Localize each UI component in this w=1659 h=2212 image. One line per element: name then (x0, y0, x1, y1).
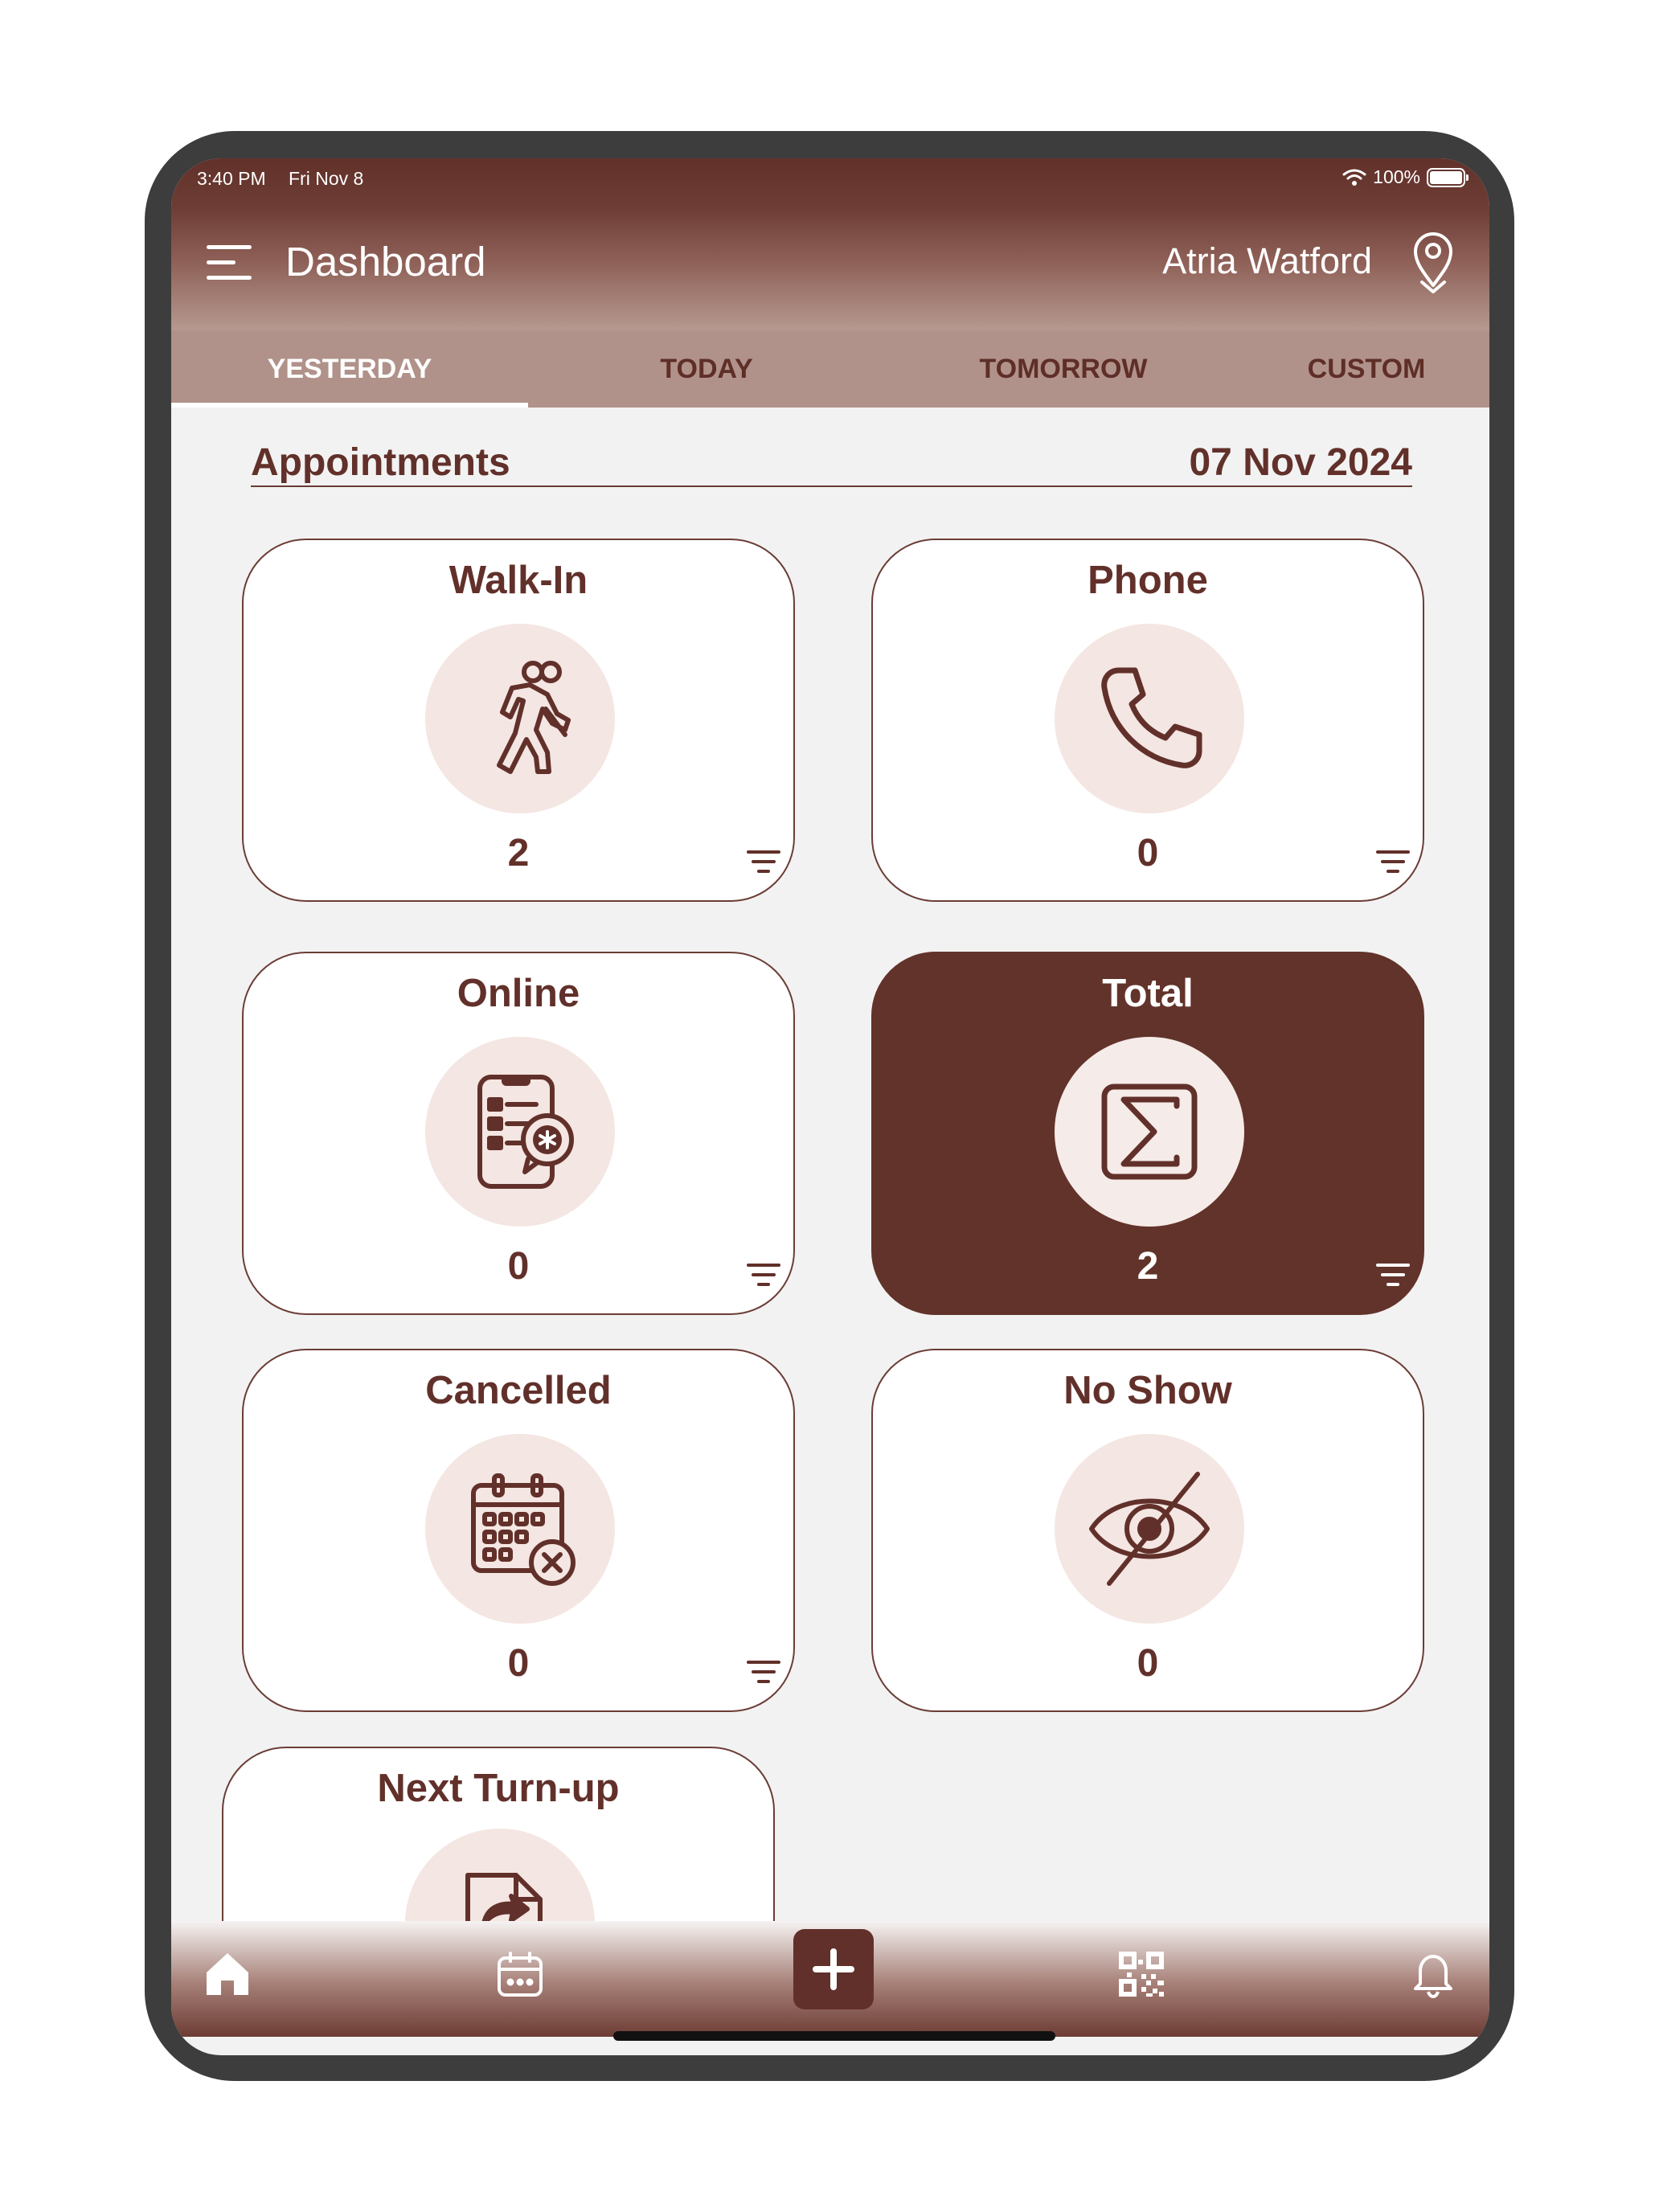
date-tabs: YESTERDAY TODAY TOMORROW CUSTOM (171, 330, 1489, 408)
tab-today[interactable]: TODAY (528, 330, 885, 408)
card-title: Online (457, 972, 580, 1015)
filter-icon[interactable] (1374, 1259, 1411, 1292)
section-title: Appointments (251, 441, 510, 484)
walk-in-icon (425, 624, 615, 813)
status-time: 3:40 PM (197, 168, 266, 189)
card-title: Walk-In (449, 559, 588, 602)
status-date: Fri Nov 8 (289, 168, 364, 189)
location-pin-icon[interactable] (1409, 229, 1457, 295)
card-count: 0 (507, 1642, 530, 1685)
status-right: 100% (1342, 166, 1469, 188)
app-header: 3:40 PM Fri Nov 8 100% Dashboard Atria W… (171, 158, 1489, 330)
card-title: Cancelled (425, 1369, 612, 1412)
filter-icon[interactable] (745, 1656, 782, 1690)
card-count: 2 (1137, 1245, 1159, 1288)
menu-icon[interactable] (205, 242, 253, 284)
cancelled-card[interactable]: Cancelled 0 (242, 1349, 795, 1712)
filter-icon[interactable] (745, 846, 782, 879)
calendar-icon[interactable] (491, 1945, 549, 2003)
filter-icon[interactable] (1374, 846, 1411, 879)
phone-card[interactable]: Phone 0 (871, 539, 1424, 902)
walk-in-card[interactable]: Walk-In 2 (242, 539, 795, 902)
add-button[interactable] (793, 1929, 874, 2009)
wifi-icon (1342, 169, 1366, 186)
battery-percent: 100% (1373, 166, 1420, 187)
phone-icon (1055, 624, 1244, 813)
card-title: Next Turn-up (377, 1767, 620, 1810)
qr-code-icon[interactable] (1112, 1945, 1170, 2003)
user-name[interactable]: Atria Watford (1162, 240, 1372, 282)
calendar-cancel-icon (425, 1434, 615, 1624)
card-count: 2 (507, 832, 530, 875)
card-title: Total (1102, 972, 1194, 1015)
card-title: No Show (1063, 1369, 1232, 1412)
page-title: Dashboard (285, 239, 486, 285)
card-count: 0 (507, 1245, 530, 1288)
battery-icon (1427, 167, 1469, 187)
add-icon (813, 1948, 854, 1990)
card-count: 0 (1137, 832, 1159, 875)
tab-tomorrow[interactable]: TOMORROW (885, 330, 1242, 408)
no-show-card[interactable]: No Show 0 (871, 1349, 1424, 1712)
home-icon[interactable] (199, 1945, 256, 2003)
tab-custom[interactable]: CUSTOM (1242, 330, 1489, 408)
app-screen: 3:40 PM Fri Nov 8 100% Dashboard Atria W… (171, 158, 1489, 2055)
eye-off-icon (1055, 1434, 1244, 1624)
sigma-icon (1055, 1037, 1244, 1227)
card-count: 0 (1137, 1642, 1159, 1685)
online-booking-icon (425, 1037, 615, 1227)
section-date: 07 Nov 2024 (1189, 441, 1412, 484)
card-title: Phone (1088, 559, 1208, 602)
status-bar: 3:40 PM Fri Nov 8 100% (171, 158, 1489, 197)
filter-icon[interactable] (745, 1259, 782, 1292)
online-card[interactable]: Online 0 (242, 952, 795, 1315)
bell-icon[interactable] (1404, 1945, 1462, 2003)
bottom-navigation (171, 1921, 1489, 2037)
home-indicator (613, 2031, 1055, 2041)
appointments-header: Appointments 07 Nov 2024 (251, 440, 1412, 487)
tab-yesterday[interactable]: YESTERDAY (171, 330, 528, 408)
total-card[interactable]: Total 2 (871, 952, 1424, 1315)
